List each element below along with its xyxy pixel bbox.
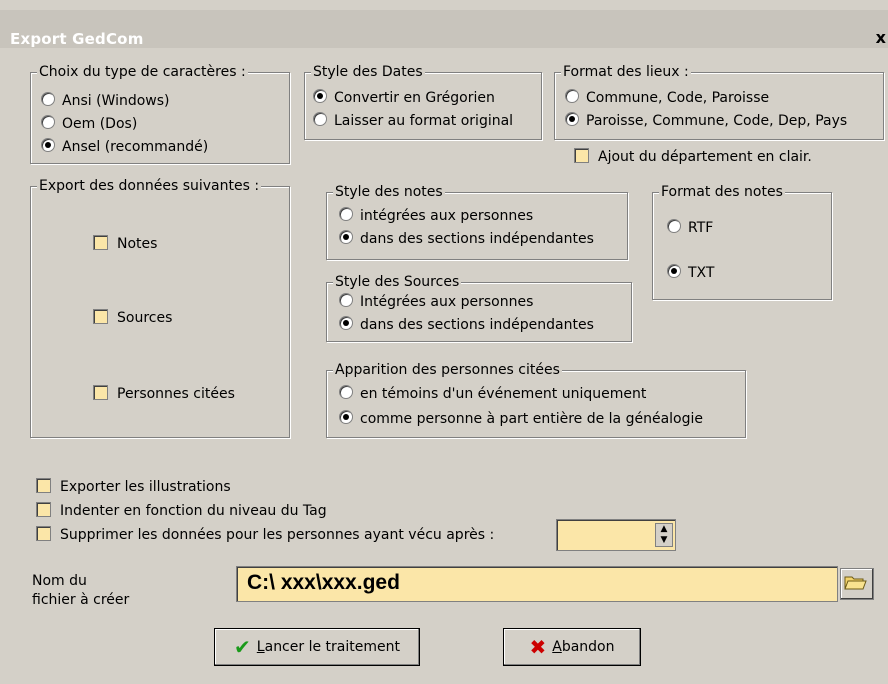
cited-persons-legend: Apparition des personnes citées (333, 361, 562, 379)
radio-place-paroisse[interactable]: Paroisse, Commune, Code, Dep, Pays (565, 112, 847, 130)
file-path-field[interactable] (236, 566, 838, 602)
radio-cited-witnesses[interactable]: en témoins d'un événement uniquement (339, 385, 646, 403)
checkbox-dept-clair[interactable]: Ajout du département en clair. (574, 148, 812, 166)
checkbox-icon[interactable] (93, 309, 108, 324)
cited-persons-group: Apparition des personnes citées en témoi… (326, 361, 746, 438)
notes-format-group: Format des notes RTF TXT (652, 183, 832, 300)
cross-icon: ✖ (529, 635, 547, 659)
radio-sources-sections[interactable]: dans des sections indépendantes (339, 316, 594, 334)
radio-button-icon[interactable] (313, 112, 327, 126)
export-gedcom-dialog: Export GedCom x Choix du type de caractè… (0, 0, 888, 684)
radio-date-gregorian[interactable]: Convertir en Grégorien (313, 89, 495, 107)
checkbox-export-notes[interactable]: Notes (93, 235, 157, 253)
checkbox-export-illustrations[interactable]: Exporter les illustrations (36, 478, 231, 496)
export-data-group: Export des données suivantes : Notes Sou… (30, 177, 290, 438)
start-processing-button[interactable]: ✔ Lancer le traitement (214, 628, 420, 666)
notes-format-legend: Format des notes (659, 183, 785, 201)
radio-charset-oem[interactable]: Oem (Dos) (41, 115, 137, 133)
radio-button-icon[interactable] (313, 89, 327, 103)
window-title: Export GedCom (10, 30, 144, 48)
radio-button-icon[interactable] (667, 264, 681, 278)
charset-group: Choix du type de caractères : Ansi (Wind… (30, 63, 290, 164)
file-name-label-2: fichier à créer (32, 592, 130, 608)
checkbox-icon[interactable] (36, 502, 51, 517)
place-format-group: Format des lieux : Commune, Code, Parois… (554, 63, 884, 140)
radio-charset-ansel[interactable]: Ansel (recommandé) (41, 138, 208, 156)
checkbox-suppress-data[interactable]: Supprimer les données pour les personnes… (36, 526, 494, 544)
radio-button-icon[interactable] (565, 112, 579, 126)
checkbox-icon[interactable] (36, 526, 51, 541)
title-bar: Export GedCom x (0, 10, 888, 48)
radio-cited-full[interactable]: comme personne à part entière de la géné… (339, 410, 703, 428)
radio-charset-ansi[interactable]: Ansi (Windows) (41, 92, 170, 110)
radio-button-icon[interactable] (339, 385, 353, 399)
spinner-arrows-icon[interactable]: ▲ ▼ (655, 523, 673, 547)
radio-button-icon[interactable] (41, 92, 55, 106)
radio-button-icon[interactable] (667, 219, 681, 233)
radio-sources-integrated[interactable]: Intégrées aux personnes (339, 293, 533, 311)
checkbox-export-sources[interactable]: Sources (93, 309, 172, 327)
checkbox-icon[interactable] (93, 385, 108, 400)
checkbox-export-persons[interactable]: Personnes citées (93, 385, 235, 403)
export-data-legend: Export des données suivantes : (37, 177, 262, 195)
year-spinner[interactable]: ▲ ▼ (556, 519, 676, 551)
radio-notes-txt[interactable]: TXT (667, 264, 714, 282)
radio-date-original[interactable]: Laisser au format original (313, 112, 513, 130)
radio-button-icon[interactable] (339, 207, 353, 221)
radio-button-icon[interactable] (565, 89, 579, 103)
checkbox-icon[interactable] (574, 148, 589, 163)
folder-icon (844, 576, 867, 590)
radio-place-commune[interactable]: Commune, Code, Paroisse (565, 89, 769, 107)
radio-notes-integrated[interactable]: intégrées aux personnes (339, 207, 533, 225)
radio-button-icon[interactable] (339, 293, 353, 307)
radio-button-icon[interactable] (339, 316, 353, 330)
sources-style-group: Style des Sources Intégrées aux personne… (326, 273, 632, 342)
radio-notes-rtf[interactable]: RTF (667, 219, 713, 237)
charset-legend: Choix du type de caractères : (37, 63, 248, 81)
place-format-legend: Format des lieux : (561, 63, 691, 81)
abort-button[interactable]: ✖ Abandon (503, 628, 641, 666)
date-style-group: Style des Dates Convertir en Grégorien L… (304, 63, 542, 140)
radio-button-icon[interactable] (339, 410, 353, 424)
radio-button-icon[interactable] (339, 230, 353, 244)
file-path-input[interactable] (245, 570, 829, 596)
checkmark-icon: ✔ (234, 635, 251, 659)
checkbox-icon[interactable] (36, 478, 51, 493)
browse-folder-button[interactable] (840, 568, 874, 600)
radio-notes-sections[interactable]: dans des sections indépendantes (339, 230, 594, 248)
checkbox-icon[interactable] (93, 235, 108, 250)
notes-style-group: Style des notes intégrées aux personnes … (326, 183, 628, 260)
notes-style-legend: Style des notes (333, 183, 445, 201)
close-icon[interactable]: x (876, 28, 886, 47)
radio-button-icon[interactable] (41, 138, 55, 152)
date-style-legend: Style des Dates (311, 63, 425, 81)
file-name-label-1: Nom du (32, 573, 87, 589)
radio-button-icon[interactable] (41, 115, 55, 129)
sources-style-legend: Style des Sources (333, 273, 462, 291)
checkbox-indent-tag[interactable]: Indenter en fonction du niveau du Tag (36, 502, 327, 520)
